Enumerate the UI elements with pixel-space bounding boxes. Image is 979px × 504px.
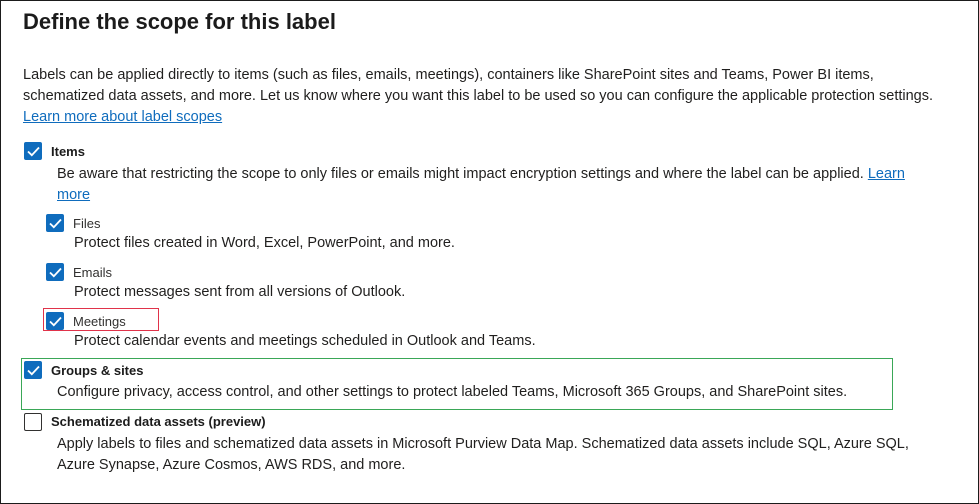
files-checkbox[interactable] [46,214,64,232]
groups-sites-label: Groups & sites [51,363,144,378]
groups-sites-description: Configure privacy, access control, and o… [57,384,848,400]
items-description-text: Be aware that restricting the scope to o… [57,166,864,182]
meetings-description: Protect calendar events and meetings sch… [74,333,536,349]
intro-text: Labels can be applied directly to items … [23,65,943,128]
emails-description: Protect messages sent from all versions … [74,284,406,300]
meetings-checkbox[interactable] [46,312,64,330]
checkmark-icon [49,316,62,327]
checkmark-icon [27,365,40,376]
schematized-description-line2: Azure Synapse, Azure Cosmos, AWS RDS, an… [57,457,406,473]
items-learn-more-link[interactable]: Learn [868,166,905,182]
emails-label: Emails [73,265,113,280]
items-label: Items [51,144,85,159]
items-description: Be aware that restricting the scope to o… [57,164,957,206]
emails-checkbox[interactable] [46,263,64,281]
items-learn-more-link-cont[interactable]: more [57,187,90,203]
meetings-label: Meetings [73,314,126,329]
page-title: Define the scope for this label [23,9,336,34]
intro-body: Labels can be applied directly to items … [23,67,934,104]
checkmark-icon [49,267,62,278]
files-label: Files [73,216,101,231]
checkmark-icon [27,146,40,157]
schematized-checkbox[interactable] [24,413,42,431]
files-description: Protect files created in Word, Excel, Po… [74,235,455,251]
checkmark-icon [49,218,62,229]
schematized-label: Schematized data assets (preview) [51,414,266,429]
groups-sites-checkbox[interactable] [24,361,42,379]
items-checkbox[interactable] [24,142,42,160]
schematized-description-line1: Apply labels to files and schematized da… [57,436,909,452]
learn-more-scopes-link[interactable]: Learn more about label scopes [23,109,222,125]
